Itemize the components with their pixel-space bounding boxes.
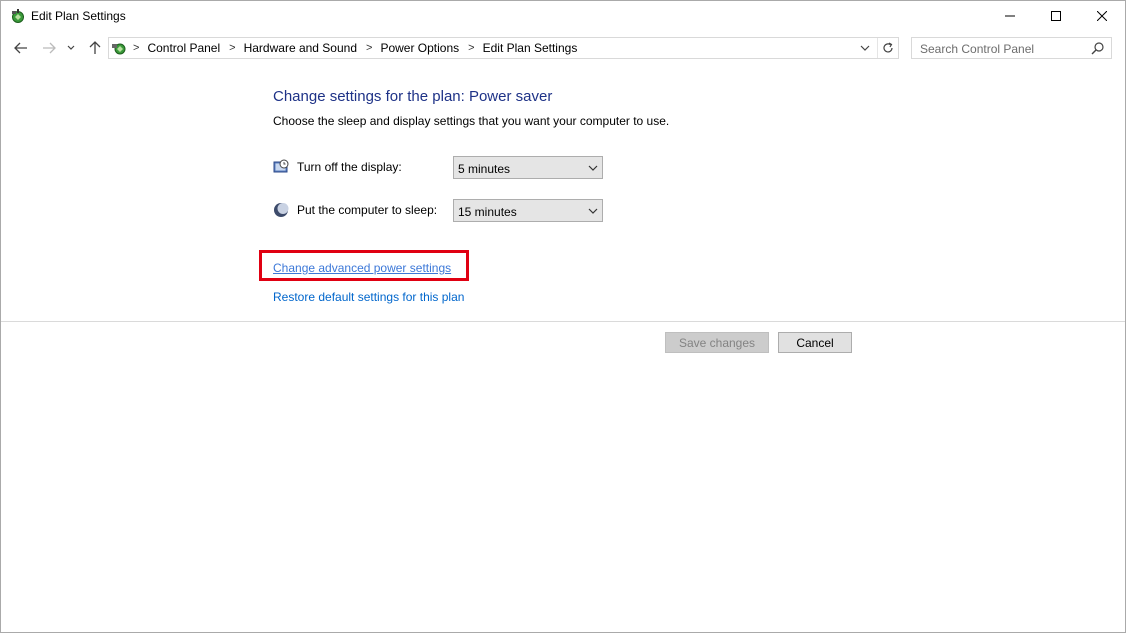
advanced-power-settings-link[interactable]: Change advanced power settings [273, 261, 451, 275]
chevron-down-icon [67, 45, 75, 50]
maximize-button[interactable] [1033, 1, 1079, 31]
maximize-icon [1051, 11, 1061, 21]
window-title: Edit Plan Settings [31, 9, 126, 23]
title-bar: Edit Plan Settings [1, 1, 1125, 31]
breadcrumb-separator-icon[interactable]: > [366, 42, 372, 54]
restore-defaults-link[interactable]: Restore default settings for this plan [273, 290, 464, 304]
footer-divider [1, 321, 1125, 322]
display-setting-label: Turn off the display: [297, 160, 402, 174]
forward-button[interactable] [39, 38, 59, 58]
chevron-down-icon [588, 165, 598, 171]
breadcrumb-separator-icon: > [133, 42, 140, 54]
breadcrumb-hardware-and-sound[interactable]: Hardware and Sound [244, 41, 357, 55]
display-timeout-value: 5 minutes [458, 162, 511, 176]
navigation-bar: > Control Panel > Hardware and Sound > P… [1, 35, 1125, 61]
chevron-down-icon [860, 45, 870, 51]
close-icon [1097, 11, 1107, 21]
minimize-button[interactable] [987, 1, 1033, 31]
sleep-setting-label: Put the computer to sleep: [297, 203, 438, 217]
search-icon[interactable] [1091, 41, 1105, 55]
recent-locations-button[interactable] [64, 38, 78, 58]
address-bar[interactable]: > Control Panel > Hardware and Sound > P… [108, 37, 899, 59]
display-timeout-select[interactable]: 5 minutes [453, 156, 603, 179]
minimize-icon [1005, 15, 1015, 17]
moon-sleep-icon [274, 203, 289, 217]
sleep-timeout-value: 15 minutes [458, 205, 517, 219]
refresh-icon [883, 42, 893, 53]
page-title: Change settings for the plan: Power save… [273, 88, 553, 105]
breadcrumb-separator-icon[interactable]: > [468, 42, 474, 54]
chevron-down-icon [588, 208, 598, 214]
sleep-setting-row: Put the computer to sleep: 15 minutes [273, 199, 613, 223]
breadcrumb-control-panel[interactable]: Control Panel [147, 41, 220, 55]
search-input[interactable]: Search Control Panel [911, 37, 1112, 59]
up-button[interactable] [85, 38, 105, 58]
cancel-button[interactable]: Cancel [778, 332, 852, 353]
control-panel-icon [112, 43, 126, 55]
power-options-app-icon [12, 9, 24, 23]
breadcrumb-separator-icon[interactable]: > [229, 42, 235, 54]
save-changes-button[interactable]: Save changes [665, 332, 769, 353]
back-arrow-icon [14, 42, 27, 54]
breadcrumb-power-options[interactable]: Power Options [380, 41, 459, 55]
display-timer-icon [273, 159, 289, 173]
forward-arrow-icon [43, 42, 56, 54]
display-setting-row: Turn off the display: 5 minutes [273, 156, 613, 180]
breadcrumb-edit-plan-settings[interactable]: Edit Plan Settings [483, 41, 578, 55]
sleep-timeout-select[interactable]: 15 minutes [453, 199, 603, 222]
up-arrow-icon [89, 41, 101, 54]
address-history-dropdown[interactable] [856, 38, 874, 58]
back-button[interactable] [11, 38, 31, 58]
search-placeholder: Search Control Panel [920, 42, 1035, 56]
breadcrumb: > Control Panel > Hardware and Sound > P… [133, 41, 586, 55]
close-button[interactable] [1079, 1, 1125, 31]
page-subtitle: Choose the sleep and display settings th… [273, 114, 670, 128]
edit-plan-settings-window: Edit Plan Settings > Control Panel > Har… [0, 0, 1126, 633]
refresh-button[interactable] [877, 38, 898, 58]
